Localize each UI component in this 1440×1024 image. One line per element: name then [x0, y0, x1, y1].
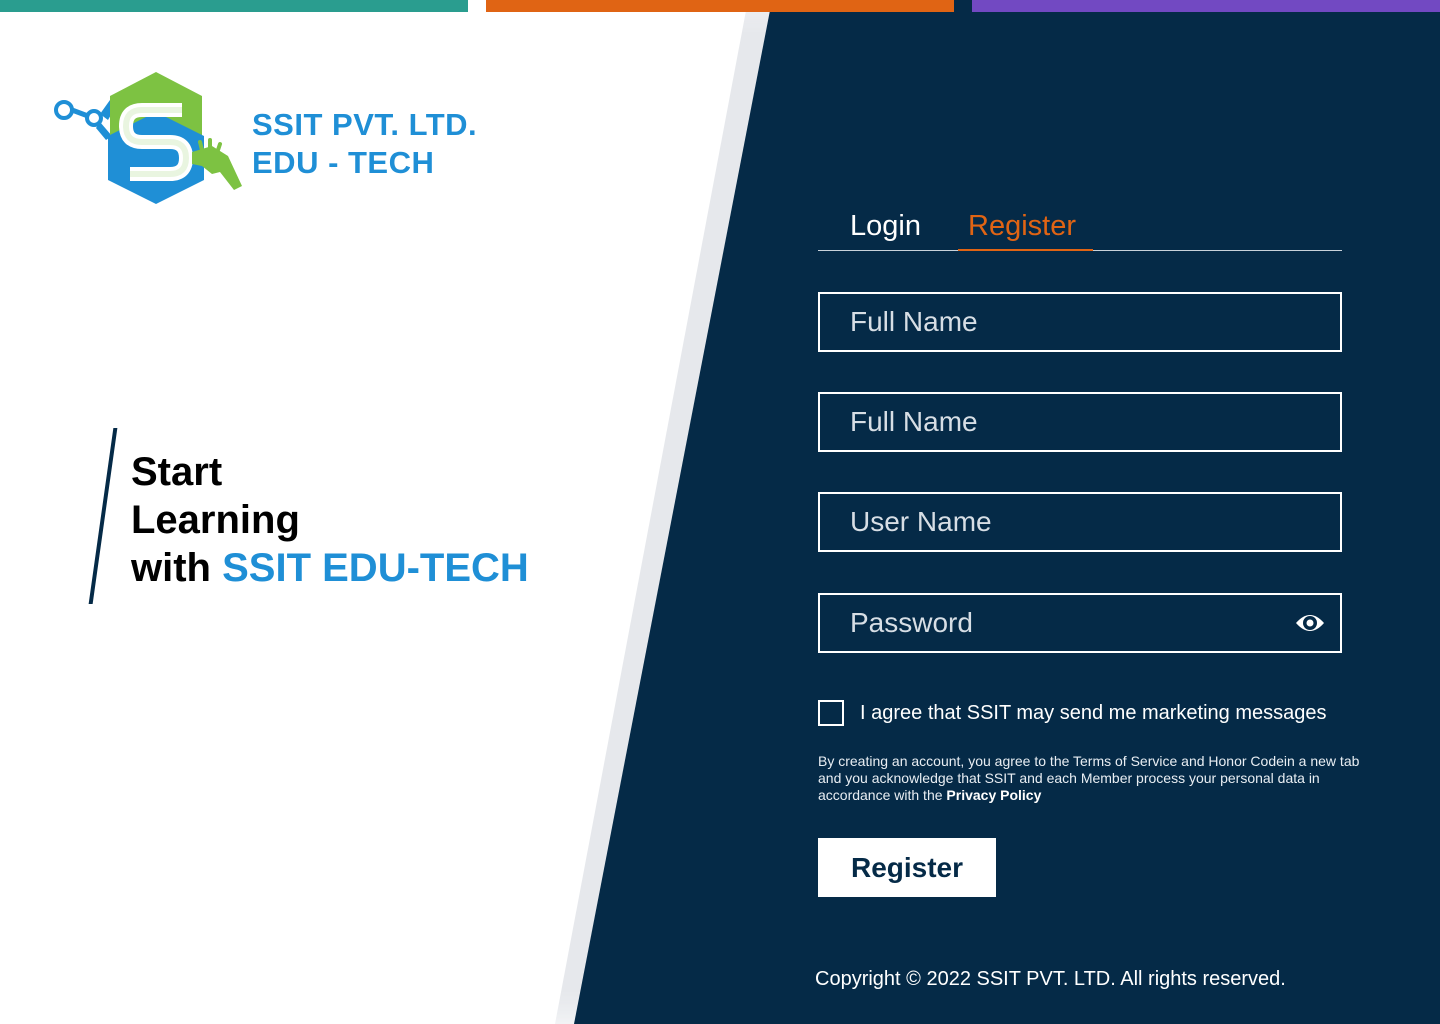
terms-body: By creating an account, you agree to the… [818, 753, 1360, 803]
tagline-line2: Learning [131, 498, 300, 542]
tagline: Start Learning with SSIT EDU-TECH [131, 448, 529, 592]
marketing-consent: I agree that SSIT may send me marketing … [818, 700, 1327, 726]
brand-line2: EDU - TECH [252, 145, 435, 180]
tagline-highlight: SSIT EDU-TECH [222, 546, 529, 590]
register-button[interactable]: Register [818, 838, 996, 897]
auth-tabs: Login Register [818, 200, 1342, 251]
privacy-policy-link[interactable]: Privacy Policy [946, 787, 1041, 803]
ssit-hexagon-logo-icon [54, 72, 242, 204]
password-field [818, 593, 1342, 653]
marketing-checkbox[interactable] [818, 700, 844, 726]
active-tab-indicator [958, 249, 1093, 251]
tagline-line3: with SSIT EDU-TECH [131, 544, 529, 592]
full-name-input-1[interactable] [820, 294, 1340, 350]
tagline-prefix: with [131, 546, 211, 590]
tagline-divider [88, 428, 118, 604]
terms-text: By creating an account, you agree to the… [818, 753, 1378, 804]
username-input[interactable] [820, 494, 1340, 550]
brand-line1: SSIT PVT. LTD. [252, 107, 478, 142]
tagline-line1: Start [131, 450, 223, 494]
tab-register[interactable]: Register [968, 210, 1076, 243]
password-input[interactable] [820, 595, 1340, 651]
register-form: Login Register I agree that SSIT may sen… [818, 200, 1418, 897]
brand-name: SSIT PVT. LTD. EDU - TECH [252, 106, 477, 182]
full-name-field-2 [818, 392, 1342, 452]
copyright-text: Copyright © 2022 SSIT PVT. LTD. All righ… [815, 968, 1286, 990]
tab-login[interactable]: Login [850, 210, 921, 243]
eye-icon[interactable] [1294, 609, 1326, 637]
top-strip-purple [972, 0, 1440, 12]
marketing-label: I agree that SSIT may send me marketing … [860, 701, 1327, 724]
full-name-input-2[interactable] [820, 394, 1340, 450]
username-field [818, 492, 1342, 552]
top-strip-teal [0, 0, 468, 12]
full-name-field-1 [818, 292, 1342, 352]
top-strip-orange [486, 0, 954, 12]
